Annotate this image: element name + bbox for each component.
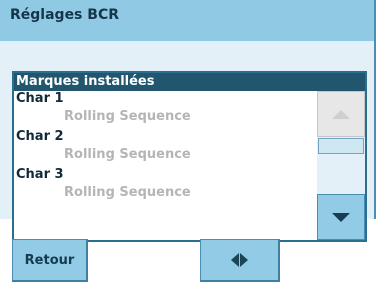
list-item-name: Char 3	[16, 167, 64, 182]
scroll-up-button[interactable]	[317, 91, 365, 137]
list-area: Char 1 Rolling Sequence Char 2 Rolling S…	[14, 91, 316, 240]
list-item[interactable]: Char 3 Rolling Sequence	[16, 167, 312, 203]
list-item-sequence: Rolling Sequence	[64, 147, 191, 162]
page-title: Réglages BCR	[10, 7, 119, 23]
list-item-name: Char 1	[16, 91, 64, 106]
list-scrollbar[interactable]	[317, 91, 365, 240]
scroll-thumb[interactable]	[318, 138, 364, 154]
list-item[interactable]: Char 1 Rolling Sequence	[16, 91, 312, 127]
triangle-up-icon	[332, 109, 350, 119]
list-item-sequence: Rolling Sequence	[64, 185, 191, 200]
triangle-down-icon	[332, 212, 350, 222]
left-arrow-icon	[231, 253, 239, 267]
list-item-sequence: Rolling Sequence	[64, 109, 191, 124]
list-header: Marques installées	[14, 73, 365, 91]
installed-marks-listbox: Marques installées Char 1 Rolling Sequen…	[12, 71, 367, 242]
title-bar: Réglages BCR	[0, 0, 376, 41]
back-button[interactable]: Retour	[12, 239, 88, 282]
back-button-label: Retour	[24, 252, 75, 268]
left-right-button[interactable]	[200, 239, 280, 282]
scroll-down-button[interactable]	[317, 194, 365, 240]
right-arrow-icon	[240, 253, 248, 267]
content-panel: Marques installées Char 1 Rolling Sequen…	[0, 41, 376, 242]
list-item-name: Char 2	[16, 129, 64, 144]
list-item[interactable]: Char 2 Rolling Sequence	[16, 129, 312, 165]
